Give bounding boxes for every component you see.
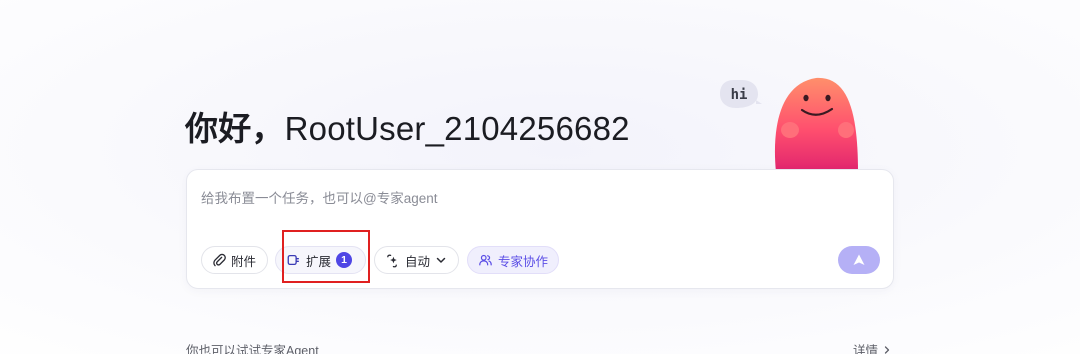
paperclip-icon [213,253,226,267]
username: RootUser_2104256682 [284,110,630,147]
attach-label: 附件 [231,254,257,269]
task-input[interactable]: 给我布置一个任务，也可以@专家agent [201,187,438,207]
attach-button[interactable]: 附件 [201,246,268,274]
chevron-down-icon [436,257,446,263]
greeting-word: 你好， [185,110,285,147]
users-icon [479,254,492,266]
speech-bubble-text: hi [731,87,748,103]
expert-collab-label: 专家协作 [497,254,548,269]
mascot-illustration: hi [720,77,858,172]
page-title: 你好，RootUser_2104256682 [185,102,630,150]
expert-agent-hint: 你也可以试试专家Agent [186,344,319,354]
details-link[interactable]: 详情 [853,340,892,354]
highlight-annotation [282,230,370,283]
send-button[interactable] [838,246,880,274]
details-label: 详情 [853,344,879,354]
mode-dropdown[interactable]: 自动 [374,246,459,274]
expert-collab-button[interactable]: 专家协作 [467,246,559,274]
mode-label: 自动 [405,254,431,269]
chevron-right-icon [884,345,890,354]
sparkle-icon [387,254,397,267]
send-arrow-icon [853,254,865,265]
